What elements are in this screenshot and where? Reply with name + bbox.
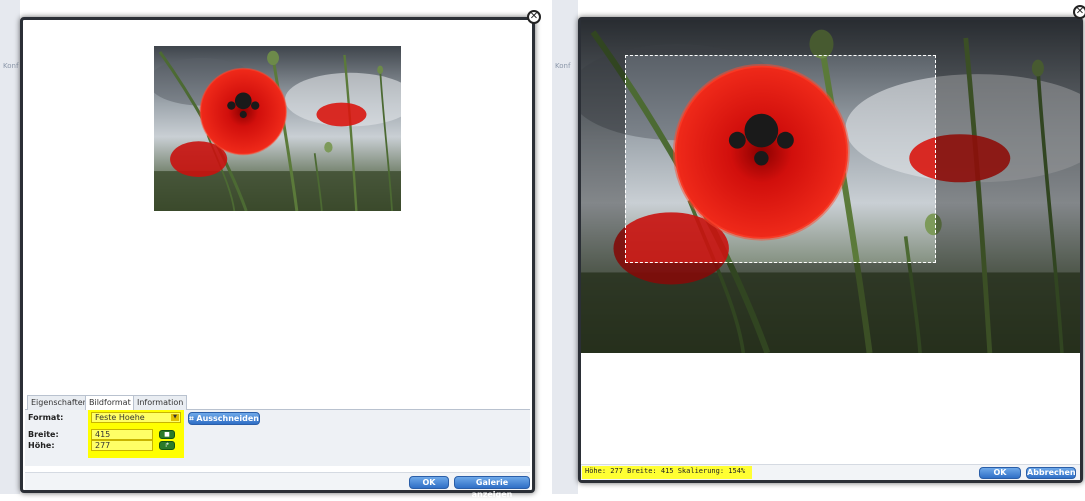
tab-eigenschaften[interactable]: Eigenschaften	[27, 395, 92, 410]
crop-image	[581, 20, 1080, 353]
dialog-footer: OK Galerie anzeigen	[25, 472, 530, 499]
format-select-value: Feste Hoehe	[95, 413, 145, 422]
crop-shade-left	[581, 55, 625, 263]
format-select[interactable]: Feste Hoehe ▼	[91, 412, 181, 423]
cancel-button[interactable]: Abbrechen	[1026, 467, 1076, 479]
crop-selection[interactable]	[625, 55, 936, 263]
image-properties-dialog: Eigenschaften Bildformat Information For…	[20, 17, 535, 499]
format-label: Format:	[28, 413, 64, 422]
tab-bildformat[interactable]: Bildformat	[85, 395, 135, 411]
image-preview	[154, 46, 401, 211]
background-text-right: Konf	[555, 62, 571, 70]
crop-status-text: Höhe: 277 Breite: 415 Skalierung: 154%	[585, 467, 746, 475]
width-label: Breite:	[28, 430, 59, 439]
gallery-button[interactable]: Galerie anzeigen	[454, 476, 530, 499]
background-app-left: Konf	[0, 0, 20, 494]
crop-icon: ⌗	[189, 414, 194, 423]
ok-button[interactable]: OK	[979, 467, 1021, 479]
background-text-left: Konf	[3, 62, 19, 70]
height-label: Höhe:	[28, 441, 55, 450]
ok-button[interactable]: OK	[409, 476, 449, 489]
crop-dialog: Höhe: 277 Breite: 415 Skalierung: 154% O…	[578, 17, 1083, 483]
bildformat-panel: Format: Feste Hoehe ▼ ⌗ Ausschneiden Bre…	[25, 410, 530, 466]
close-x-icon[interactable]: ✕	[1073, 5, 1085, 19]
tab-information[interactable]: Information	[133, 395, 188, 410]
width-field[interactable]: 415	[91, 429, 153, 440]
crop-button-label: Ausschneiden	[196, 414, 259, 423]
tab-bar: Eigenschaften Bildformat Information	[25, 394, 530, 411]
crop-shade-bottom	[581, 263, 1080, 353]
divider	[548, 0, 550, 494]
crop-shade-top	[581, 20, 1080, 55]
reset-icon[interactable]: ↱	[159, 441, 175, 450]
crop-button[interactable]: ⌗ Ausschneiden	[188, 412, 260, 425]
background-app-right: Konf	[552, 0, 578, 494]
lock-icon[interactable]: ■	[159, 430, 175, 439]
chevron-down-icon: ▼	[171, 414, 179, 421]
close-x-icon[interactable]: ✕	[527, 10, 541, 24]
crop-shade-right	[936, 55, 1080, 263]
screenshot-pair: Konf Eigenschaften Bildformat Informatio…	[0, 0, 1085, 499]
height-field[interactable]: 277	[91, 440, 153, 451]
crop-status-bar: Höhe: 277 Breite: 415 Skalierung: 154% O…	[581, 464, 1080, 480]
